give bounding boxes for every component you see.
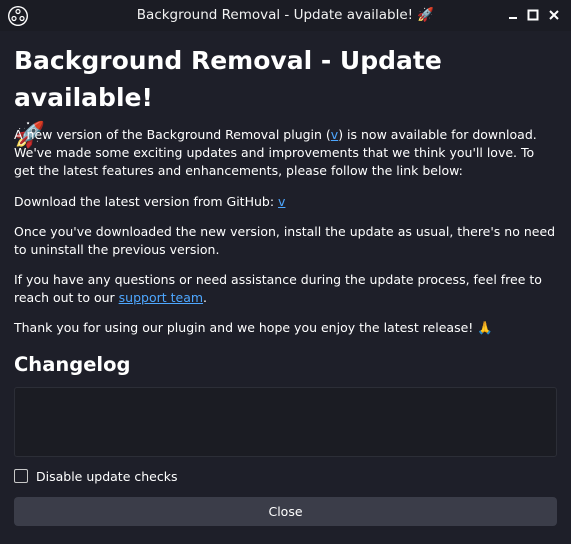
disable-update-checks-checkbox[interactable]	[14, 469, 28, 483]
heading-text: Background Removal - Update available!	[14, 46, 442, 112]
close-icon[interactable]	[547, 8, 561, 22]
changelog-title: Changelog	[14, 353, 131, 376]
download-text: Download the latest version from GitHub:	[14, 194, 279, 209]
title-bar[interactable]: Background Removal - Update available! 🚀	[0, 0, 571, 31]
close-button[interactable]: Close	[14, 497, 557, 526]
help-text-after: .	[203, 290, 208, 305]
help-text-before: If you have any questions or need assist…	[14, 272, 542, 305]
download-paragraph: Download the latest version from GitHub:…	[14, 193, 557, 211]
disable-update-checks-option[interactable]: Disable update checks	[14, 467, 177, 485]
disable-update-checks-label[interactable]: Disable update checks	[36, 469, 177, 484]
support-team-link[interactable]: support team	[119, 290, 203, 305]
github-download-link[interactable]: v	[278, 194, 285, 209]
maximize-icon[interactable]	[526, 8, 540, 22]
install-paragraph: Once you've downloaded the new version, …	[14, 224, 556, 257]
minimize-icon[interactable]	[506, 8, 520, 22]
thanks-paragraph: Thank you for using our plugin and we ho…	[14, 320, 493, 335]
intro-text-before: A new version of the Background Removal …	[14, 127, 331, 142]
intro-paragraph: A new version of the Background Removal …	[14, 126, 557, 180]
window-title: Background Removal - Update available! 🚀	[136, 7, 435, 23]
help-paragraph: If you have any questions or need assist…	[14, 271, 557, 307]
changelog-text-area[interactable]	[14, 387, 557, 457]
